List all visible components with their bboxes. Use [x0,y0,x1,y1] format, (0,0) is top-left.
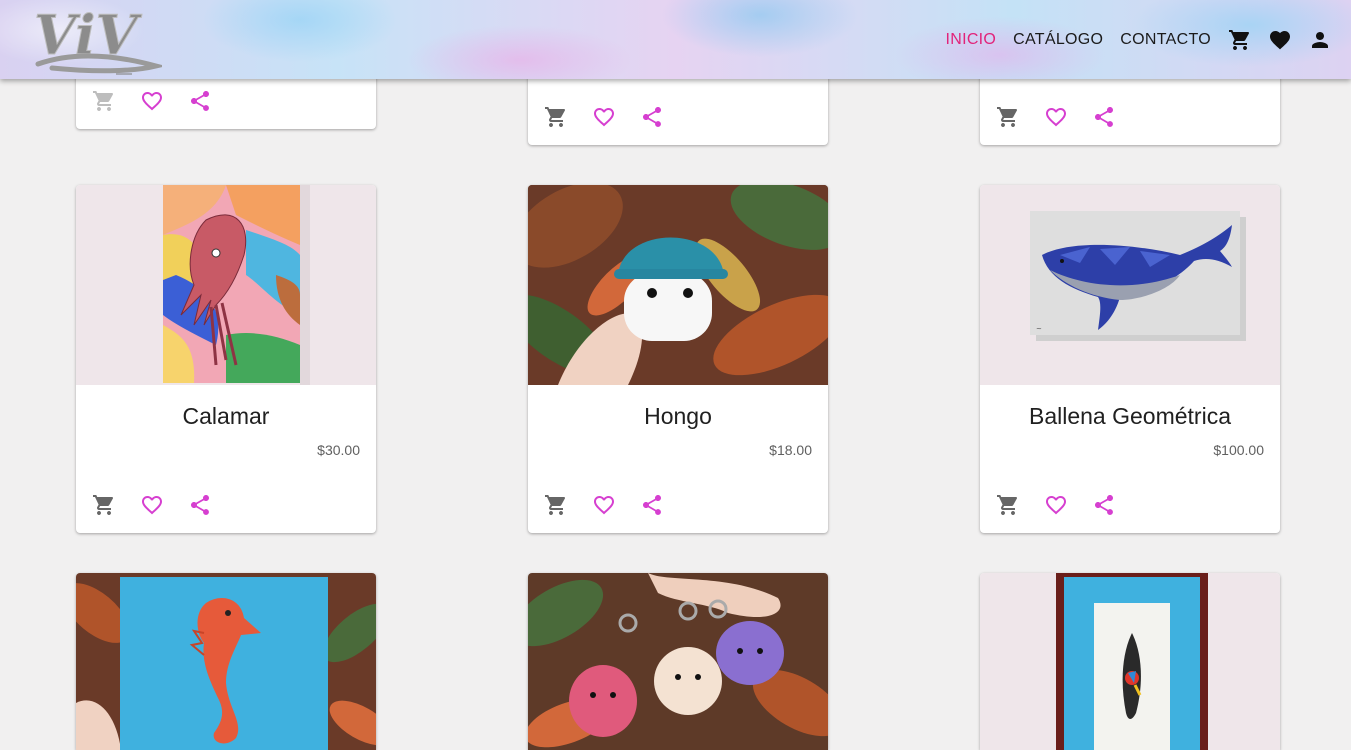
favorite-icon[interactable] [592,105,616,129]
add-to-cart-icon[interactable] [996,493,1020,517]
product-title[interactable]: Ballena Geométrica [980,403,1280,430]
favorite-icon[interactable] [592,493,616,517]
card-actions [996,105,1140,129]
add-to-cart-icon[interactable] [92,89,116,113]
product-image-framed-surfboard-parrot[interactable] [980,573,1280,750]
add-to-cart-icon[interactable] [544,105,568,129]
share-icon[interactable] [188,493,212,517]
product-image-geometric-whale[interactable]: ~ [980,185,1280,385]
nav-catalogo[interactable]: CATÁLOGO [1013,31,1103,49]
nav-contacto[interactable]: CONTACTO [1120,31,1211,49]
product-price: $18.00 [769,442,812,458]
product-card[interactable] [528,573,828,750]
share-icon[interactable] [1092,105,1116,129]
product-image-crochet-mushroom[interactable] [528,185,828,385]
share-icon[interactable] [640,105,664,129]
product-image-crochet-keychains[interactable] [528,573,828,750]
product-card[interactable] [980,573,1280,750]
brand-logo[interactable]: ViV [32,2,162,78]
product-title[interactable]: Hongo [528,403,828,430]
nav-inicio[interactable]: INICIO [945,31,996,49]
favorites-heart-icon[interactable] [1268,28,1292,52]
product-price: $30.00 [317,442,360,458]
favorite-icon[interactable] [1044,105,1068,129]
share-icon[interactable] [640,493,664,517]
favorite-icon[interactable] [1044,493,1068,517]
share-icon[interactable] [188,89,212,113]
favorite-icon[interactable] [140,89,164,113]
card-actions [92,493,236,517]
favorite-icon[interactable] [140,493,164,517]
card-actions [544,493,688,517]
add-to-cart-icon[interactable] [544,493,568,517]
share-icon[interactable] [1092,493,1116,517]
product-price: $100.00 [1213,442,1264,458]
card-actions [996,493,1140,517]
product-title[interactable]: Calamar [76,403,376,430]
add-to-cart-icon[interactable] [996,105,1020,129]
product-card[interactable] [76,573,376,750]
product-image-seahorse-painting[interactable] [76,573,376,750]
svg-text:~: ~ [1036,325,1042,333]
cart-icon[interactable] [1228,28,1252,52]
card-actions [92,89,236,113]
card-actions [544,105,688,129]
product-card[interactable]: Calamar $30.00 [76,185,376,533]
product-image-squid-painting[interactable] [76,185,376,385]
product-card[interactable]: Hongo $18.00 [528,185,828,533]
account-person-icon[interactable] [1308,28,1332,52]
product-card[interactable]: ~ Ballena Geométrica $100.00 [980,185,1280,533]
add-to-cart-icon[interactable] [92,493,116,517]
top-app-bar: ViV INICIO CATÁLOGO CONTACTO [0,0,1351,79]
main-nav: INICIO CATÁLOGO CONTACTO [945,0,1351,79]
